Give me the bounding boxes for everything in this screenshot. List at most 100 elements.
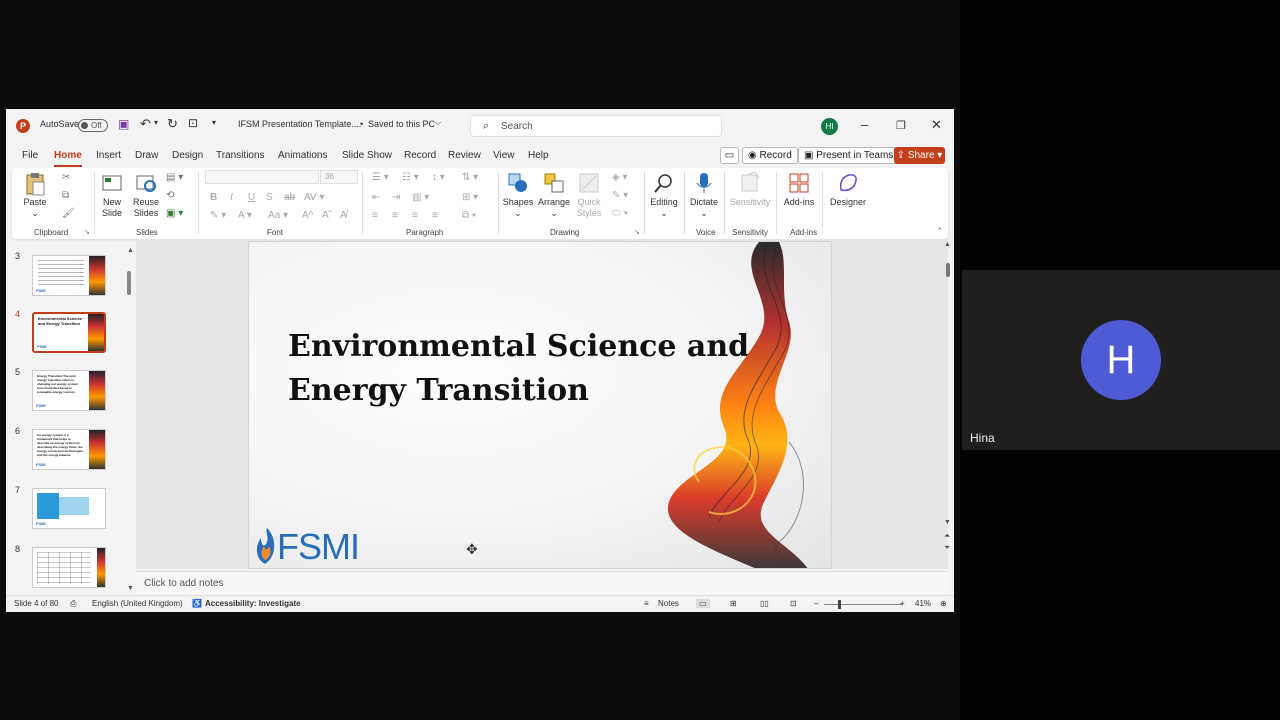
shapes-button[interactable]: Shapes ⌄ xyxy=(502,172,534,219)
tab-record[interactable]: Record xyxy=(404,150,436,161)
tab-slide-show[interactable]: Slide Show xyxy=(342,150,392,161)
font-size-box[interactable]: 36 xyxy=(320,170,358,184)
tab-help[interactable]: Help xyxy=(528,150,549,161)
numbering-icon[interactable]: ☷ ▾ xyxy=(402,172,419,183)
slide-thumbnail-7[interactable]: FSMI xyxy=(32,488,106,529)
shape-outline-icon[interactable]: ✎ ▾ xyxy=(612,190,628,201)
file-title[interactable]: IFSM Presentation Template.... xyxy=(238,119,361,129)
collapse-ribbon-icon[interactable]: ⌃ xyxy=(936,226,944,237)
align-text-icon[interactable]: ⊞ ▾ xyxy=(462,192,478,203)
slide-thumbnail-8[interactable] xyxy=(32,547,106,588)
paste-button[interactable]: Paste ⌄ xyxy=(22,172,48,219)
present-in-teams-button[interactable]: ▣ Present in Teams xyxy=(798,147,900,164)
accessibility-status[interactable]: Accessibility: Investigate xyxy=(205,599,301,608)
italic-icon[interactable]: I xyxy=(230,192,233,203)
editing-button[interactable]: Editing ⌄ xyxy=(648,172,680,219)
drawing-launcher-icon[interactable]: ↘ xyxy=(634,228,640,236)
spell-check-icon[interactable]: ⎙ xyxy=(70,599,76,609)
format-painter-icon[interactable]: 🖌 xyxy=(62,208,75,219)
notes-toggle-icon[interactable]: ≡ xyxy=(644,599,649,608)
undo-icon[interactable]: ↶ xyxy=(140,116,151,132)
accessibility-icon[interactable]: ♿ xyxy=(192,599,202,608)
spacing-icon[interactable]: AV ▾ xyxy=(304,192,324,203)
reading-view-icon[interactable]: ▯▯ xyxy=(760,599,769,608)
thumbnails-scrollbar[interactable]: ▲ ▼ xyxy=(127,247,134,593)
tab-view[interactable]: View xyxy=(493,150,515,161)
tab-insert[interactable]: Insert xyxy=(96,150,121,161)
tab-file[interactable]: File xyxy=(22,150,38,161)
autosave-toggle[interactable]: Off xyxy=(78,119,108,132)
cut-icon[interactable]: ✂ xyxy=(62,172,70,183)
restore-icon[interactable]: ❐ xyxy=(896,119,906,132)
slide-thumbnail-4[interactable]: Environmental Science and Energy Transit… xyxy=(32,312,106,353)
add-ins-button[interactable]: Add-ins xyxy=(780,172,818,208)
notes-pane[interactable]: Click to add notes xyxy=(136,571,948,594)
tab-animations[interactable]: Animations xyxy=(278,150,327,161)
columns-icon[interactable]: ▥ ▾ xyxy=(412,192,429,203)
shadow-icon[interactable]: S xyxy=(266,192,273,203)
arrange-button[interactable]: Arrange ⌄ xyxy=(536,172,572,219)
change-case-icon[interactable]: Aa ▾ xyxy=(268,210,288,221)
record-button[interactable]: ◉ Record xyxy=(742,147,798,164)
clear-format-icon[interactable]: A̸ xyxy=(340,210,347,221)
account-avatar[interactable]: HI xyxy=(821,118,838,135)
customize-toolbar-icon[interactable]: ▾ xyxy=(212,118,216,127)
fit-to-window-icon[interactable]: ⊕ xyxy=(940,599,947,608)
language[interactable]: English (United Kingdom) xyxy=(92,599,183,608)
tab-transitions[interactable]: Transitions xyxy=(216,150,265,161)
section-icon[interactable]: ▣ ▾ xyxy=(166,208,183,219)
strikethrough-icon[interactable]: ab xyxy=(284,192,295,203)
reuse-slides-button[interactable]: Reuse Slides xyxy=(132,172,160,219)
zoom-out-icon[interactable]: – xyxy=(814,599,818,608)
shape-fill-icon[interactable]: ◈ ▾ xyxy=(612,172,628,183)
justify-icon[interactable]: ≡ xyxy=(432,210,438,221)
participant-tile[interactable]: H Hina xyxy=(962,270,1280,450)
zoom-slider[interactable] xyxy=(824,600,902,609)
new-slide-button[interactable]: New Slide xyxy=(98,172,126,219)
tab-design[interactable]: Design xyxy=(172,150,203,161)
highlight-icon[interactable]: ✎ ▾ xyxy=(210,210,226,221)
notes-toggle[interactable]: Notes xyxy=(658,599,679,608)
tab-home[interactable]: Home xyxy=(54,150,82,167)
decrease-indent-icon[interactable]: ⇤ xyxy=(372,192,380,203)
comments-icon[interactable]: ▭ xyxy=(720,147,739,164)
clipboard-launcher-icon[interactable]: ↘ xyxy=(84,228,90,236)
save-status[interactable]: Saved to this PC xyxy=(368,119,435,129)
font-name-box[interactable] xyxy=(205,170,319,184)
close-icon[interactable]: ✕ xyxy=(931,117,942,133)
font-color-icon[interactable]: A ▾ xyxy=(238,210,252,221)
bold-icon[interactable]: B xyxy=(210,192,217,203)
designer-button[interactable]: Designer xyxy=(828,172,868,208)
normal-view-icon[interactable]: ▭ xyxy=(696,599,710,608)
minimize-icon[interactable]: – xyxy=(861,117,868,132)
tab-draw[interactable]: Draw xyxy=(135,150,158,161)
slide-thumbnail-6[interactable]: An energy system is a framework that hel… xyxy=(32,429,106,470)
shape-effects-icon[interactable]: ⬭ ▾ xyxy=(612,208,628,219)
zoom-in-icon[interactable]: + xyxy=(900,599,905,608)
save-icon[interactable]: ▣ xyxy=(118,117,129,131)
dictate-button[interactable]: Dictate ⌄ xyxy=(688,172,720,219)
slide-thumbnail-5[interactable]: Energy Transition The term energy transi… xyxy=(32,370,106,411)
reset-icon[interactable]: ⟲ xyxy=(166,190,174,201)
underline-icon[interactable]: U xyxy=(248,192,255,203)
tab-review[interactable]: Review xyxy=(448,150,481,161)
smartart-icon[interactable]: ⧉ ▾ xyxy=(462,210,476,221)
slide-thumbnail-3[interactable]: FSMI xyxy=(32,255,106,296)
bullets-icon[interactable]: ☰ ▾ xyxy=(372,172,389,183)
slide-sorter-icon[interactable]: ⊞ xyxy=(730,599,737,608)
redo-icon[interactable]: ↻ xyxy=(167,116,178,132)
align-left-icon[interactable]: ≡ xyxy=(372,210,378,221)
line-spacing-icon[interactable]: ↕ ▾ xyxy=(432,172,445,183)
text-direction-icon[interactable]: ⇅ ▾ xyxy=(462,172,478,183)
increase-font-icon[interactable]: A^ xyxy=(302,210,313,221)
sensitivity-button[interactable]: Sensitivity xyxy=(728,171,772,208)
align-right-icon[interactable]: ≡ xyxy=(412,210,418,221)
copy-icon[interactable]: ⧉ xyxy=(62,190,69,201)
search-box[interactable]: ⌕ Search xyxy=(470,115,722,137)
undo-dropdown-icon[interactable]: ▾ xyxy=(154,118,158,127)
share-button[interactable]: ⇪ Share ▾ xyxy=(894,147,945,164)
zoom-level[interactable]: 41% xyxy=(915,599,931,608)
quick-styles-button[interactable]: Quick Styles xyxy=(574,172,604,219)
save-status-chevron-icon[interactable]: ⌵ xyxy=(435,118,441,128)
slideshow-view-icon[interactable]: ⊡ xyxy=(790,599,797,608)
